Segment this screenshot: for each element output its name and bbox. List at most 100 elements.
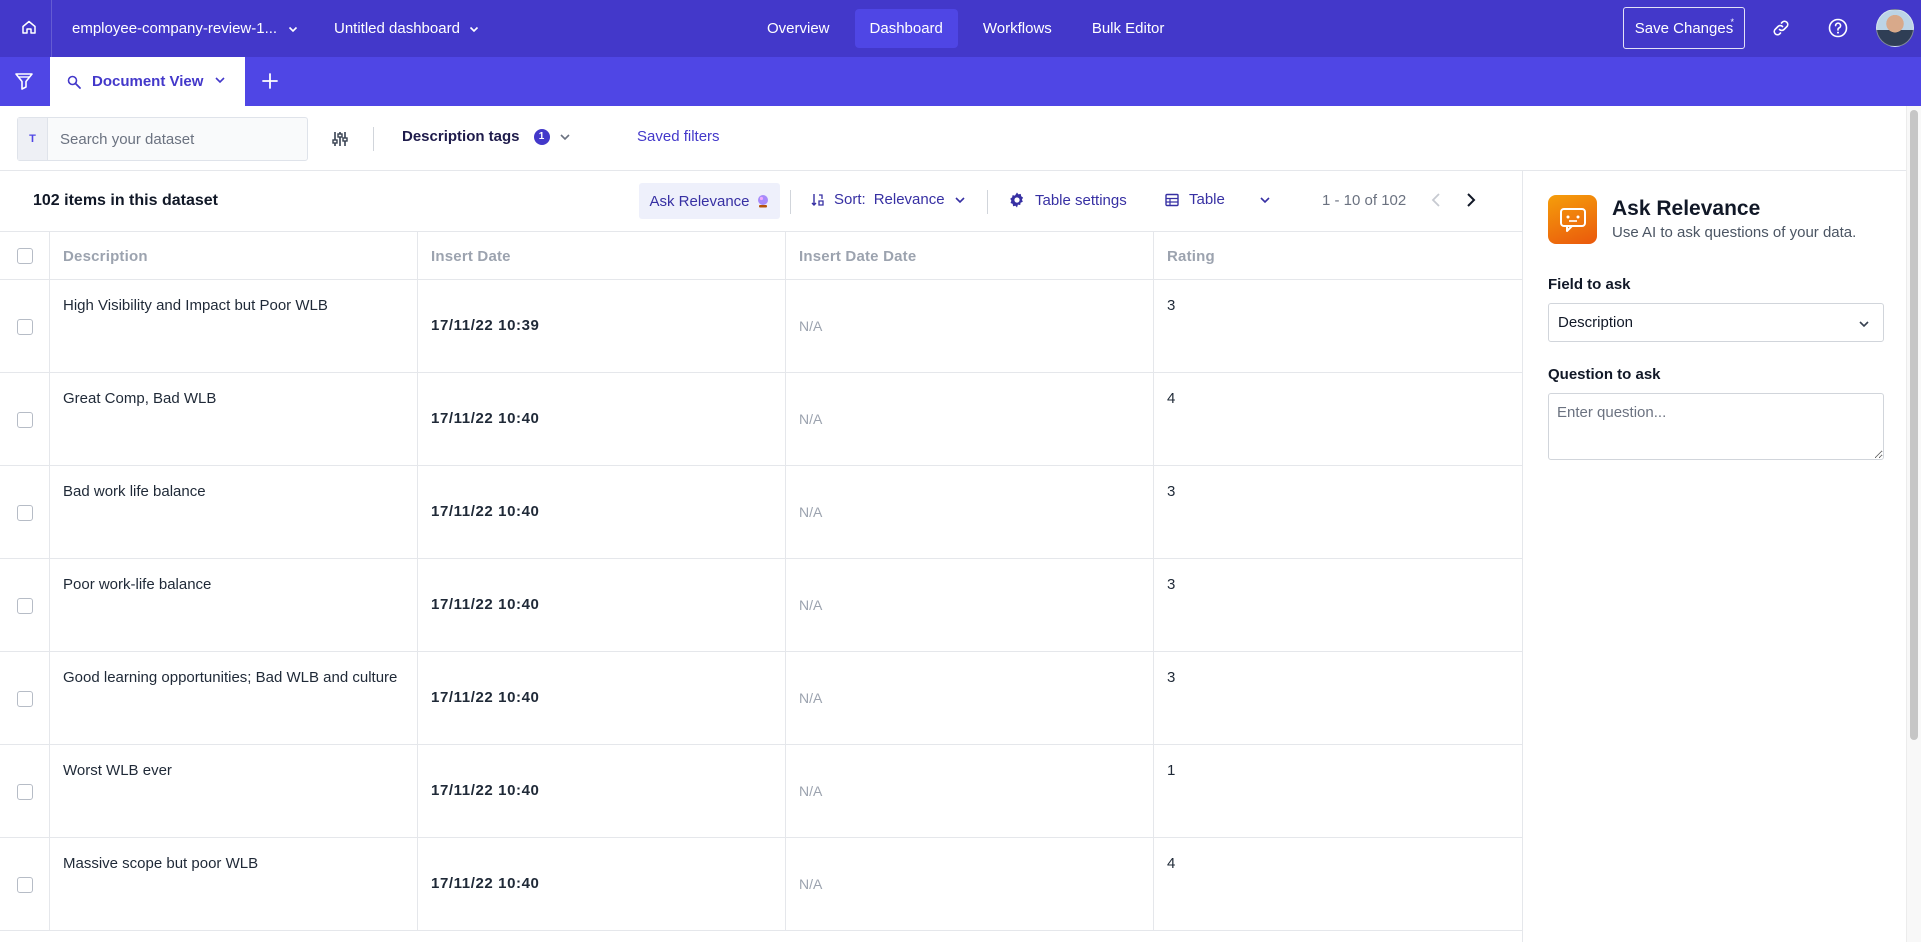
- description-cell[interactable]: Great Comp, Bad WLB: [50, 373, 418, 465]
- table-row[interactable]: Bad work life balance 17/11/22 10:40 N/A 3: [0, 466, 1522, 559]
- table-row[interactable]: Great Comp, Bad WLB 17/11/22 10:40 N/A 4: [0, 373, 1522, 466]
- description-cell[interactable]: Good learning opportunities; Bad WLB and…: [50, 652, 418, 744]
- insert-date-date-cell[interactable]: N/A: [786, 373, 1154, 465]
- insert-date-date-text: N/A: [799, 783, 823, 799]
- row-checkbox-cell: [0, 559, 50, 651]
- divider: [987, 190, 988, 214]
- tab-bulk-editor[interactable]: Bulk Editor: [1077, 9, 1180, 48]
- dataset-name: employee-company-review-1...: [72, 20, 278, 37]
- view-mode-dropdown[interactable]: Table: [1164, 191, 1272, 208]
- rating-text: 4: [1167, 390, 1176, 407]
- chevron-right-icon[interactable]: [1463, 190, 1479, 210]
- link-icon[interactable]: [1770, 17, 1792, 39]
- save-changes-label: Save Changes: [1634, 19, 1734, 37]
- insert-date-cell[interactable]: 17/11/22 10:40: [418, 838, 786, 930]
- column-header-description[interactable]: Description: [50, 232, 418, 279]
- table-settings-button[interactable]: Table settings: [1008, 191, 1127, 209]
- filter-bar: T Description tags 1 Saved filters: [0, 106, 1906, 171]
- chevron-down-icon[interactable]: [213, 73, 227, 87]
- insert-date-cell[interactable]: 17/11/22 10:40: [418, 373, 786, 465]
- column-label: Description: [63, 248, 148, 265]
- divider: [51, 0, 52, 57]
- sliders-icon[interactable]: [330, 129, 350, 149]
- funnel-icon[interactable]: [12, 69, 36, 93]
- row-checkbox[interactable]: [17, 412, 33, 428]
- description-cell[interactable]: Worst WLB ever: [50, 745, 418, 837]
- column-header-insert-date-date[interactable]: Insert Date Date: [786, 232, 1154, 279]
- insert-date-date-cell[interactable]: N/A: [786, 745, 1154, 837]
- panel-title: Ask Relevance: [1612, 197, 1761, 220]
- chevron-left-icon[interactable]: [1428, 190, 1444, 210]
- chevron-down-icon: [955, 196, 965, 203]
- insert-date-cell[interactable]: 17/11/22 10:40: [418, 652, 786, 744]
- description-cell[interactable]: Massive scope but poor WLB: [50, 838, 418, 930]
- rating-cell[interactable]: 3: [1154, 280, 1522, 372]
- tab-document-view[interactable]: Document View: [50, 57, 245, 106]
- help-icon[interactable]: [1826, 16, 1850, 40]
- insert-date-cell[interactable]: 17/11/22 10:40: [418, 466, 786, 558]
- table-row[interactable]: Poor work-life balance 17/11/22 10:40 N/A 3: [0, 559, 1522, 652]
- insert-date-date-cell[interactable]: N/A: [786, 280, 1154, 372]
- data-table: Description Insert Date Insert Date Date…: [0, 232, 1522, 931]
- table-settings-label: Table settings: [1035, 191, 1127, 209]
- table-header: Description Insert Date Insert Date Date…: [0, 232, 1522, 280]
- row-checkbox[interactable]: [17, 784, 33, 800]
- insert-date-date-cell[interactable]: N/A: [786, 838, 1154, 930]
- tags-count-badge: 1: [533, 128, 550, 145]
- scrollbar-thumb[interactable]: [1910, 110, 1918, 740]
- column-label: Insert Date Date: [799, 248, 917, 265]
- row-checkbox[interactable]: [17, 319, 33, 335]
- ask-relevance-button[interactable]: Ask Relevance: [639, 183, 780, 219]
- row-checkbox[interactable]: [17, 598, 33, 614]
- description-cell[interactable]: Poor work-life balance: [50, 559, 418, 651]
- save-changes-button[interactable]: Save Changes *: [1623, 7, 1745, 49]
- table-row[interactable]: Worst WLB ever 17/11/22 10:40 N/A 1: [0, 745, 1522, 838]
- insert-date-cell[interactable]: 17/11/22 10:40: [418, 559, 786, 651]
- user-avatar[interactable]: [1876, 9, 1914, 47]
- dashboard-name: Untitled dashboard: [334, 20, 460, 37]
- row-checkbox[interactable]: [17, 691, 33, 707]
- page-scrollbar[interactable]: [1906, 106, 1921, 942]
- insert-date-date-cell[interactable]: N/A: [786, 652, 1154, 744]
- home-button[interactable]: [18, 16, 40, 38]
- insert-date-text: 17/11/22 10:40: [431, 596, 540, 613]
- insert-date-cell[interactable]: 17/11/22 10:40: [418, 745, 786, 837]
- tab-workflows[interactable]: Workflows: [968, 9, 1067, 48]
- search-input[interactable]: [48, 130, 298, 148]
- rating-cell[interactable]: 1: [1154, 745, 1522, 837]
- rating-cell[interactable]: 4: [1154, 373, 1522, 465]
- tab-overview[interactable]: Overview: [752, 9, 845, 48]
- sort-dropdown[interactable]: Sort: Relevance: [810, 191, 967, 208]
- dashboard-selector[interactable]: Untitled dashboard: [334, 0, 480, 57]
- insert-date-date-cell[interactable]: N/A: [786, 466, 1154, 558]
- insert-date-date-cell[interactable]: N/A: [786, 559, 1154, 651]
- insert-date-cell[interactable]: 17/11/22 10:39: [418, 280, 786, 372]
- tab-dashboard[interactable]: Dashboard: [854, 9, 958, 48]
- rating-cell[interactable]: 3: [1154, 559, 1522, 651]
- row-checkbox[interactable]: [17, 877, 33, 893]
- search-type-prefix[interactable]: T: [18, 118, 48, 160]
- table-row[interactable]: Massive scope but poor WLB 17/11/22 10:40…: [0, 838, 1522, 931]
- table-row[interactable]: High Visibility and Impact but Poor WLB 1…: [0, 280, 1522, 373]
- table-row[interactable]: Good learning opportunities; Bad WLB and…: [0, 652, 1522, 745]
- description-cell[interactable]: High Visibility and Impact but Poor WLB: [50, 280, 418, 372]
- rating-cell[interactable]: 4: [1154, 838, 1522, 930]
- search-box[interactable]: T: [17, 117, 308, 161]
- description-tags-filter[interactable]: Description tags 1: [402, 128, 572, 145]
- select-all-checkbox[interactable]: [17, 248, 33, 264]
- row-checkbox[interactable]: [17, 505, 33, 521]
- field-to-ask-select[interactable]: Description: [1548, 303, 1884, 342]
- insert-date-text: 17/11/22 10:39: [431, 317, 540, 334]
- column-header-insert-date[interactable]: Insert Date: [418, 232, 786, 279]
- saved-filters-link[interactable]: Saved filters: [637, 128, 720, 145]
- add-tab-icon[interactable]: [259, 70, 281, 92]
- row-checkbox-cell: [0, 373, 50, 465]
- description-text: Bad work life balance: [63, 483, 206, 500]
- description-cell[interactable]: Bad work life balance: [50, 466, 418, 558]
- row-checkbox-cell: [0, 652, 50, 744]
- rating-cell[interactable]: 3: [1154, 466, 1522, 558]
- column-header-rating[interactable]: Rating: [1154, 232, 1522, 279]
- dataset-selector[interactable]: employee-company-review-1...: [72, 0, 299, 57]
- question-input[interactable]: [1548, 393, 1884, 460]
- rating-cell[interactable]: 3: [1154, 652, 1522, 744]
